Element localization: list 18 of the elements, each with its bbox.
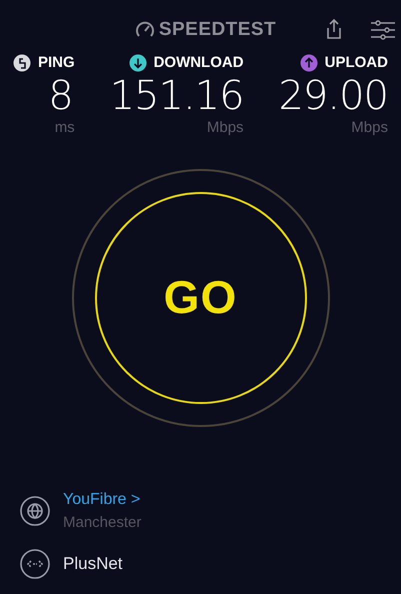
- globe-icon: [19, 494, 51, 527]
- metric-value: 8: [48, 74, 73, 116]
- metric-unit: Mbps: [206, 118, 244, 138]
- go-button[interactable]: GO: [94, 192, 306, 404]
- location-text: Manchester: [63, 512, 142, 532]
- metric-value: 29.00: [278, 74, 388, 116]
- share-icon[interactable]: [325, 18, 343, 40]
- server-name[interactable]: PlusNet: [63, 551, 123, 577]
- metric-unit: ms: [54, 118, 75, 138]
- metric-label: DOWNLOAD: [154, 53, 244, 73]
- metric-label: UPLOAD: [324, 53, 388, 73]
- metric-label: PING: [38, 53, 75, 73]
- app-title: SPEEDTEST: [158, 18, 276, 42]
- settings-icon[interactable]: [370, 20, 396, 40]
- metric-value: 151.16: [110, 74, 244, 116]
- server-icon: [19, 548, 51, 580]
- provider-link[interactable]: YouFibre >: [63, 488, 142, 512]
- metric-unit: Mbps: [351, 118, 388, 138]
